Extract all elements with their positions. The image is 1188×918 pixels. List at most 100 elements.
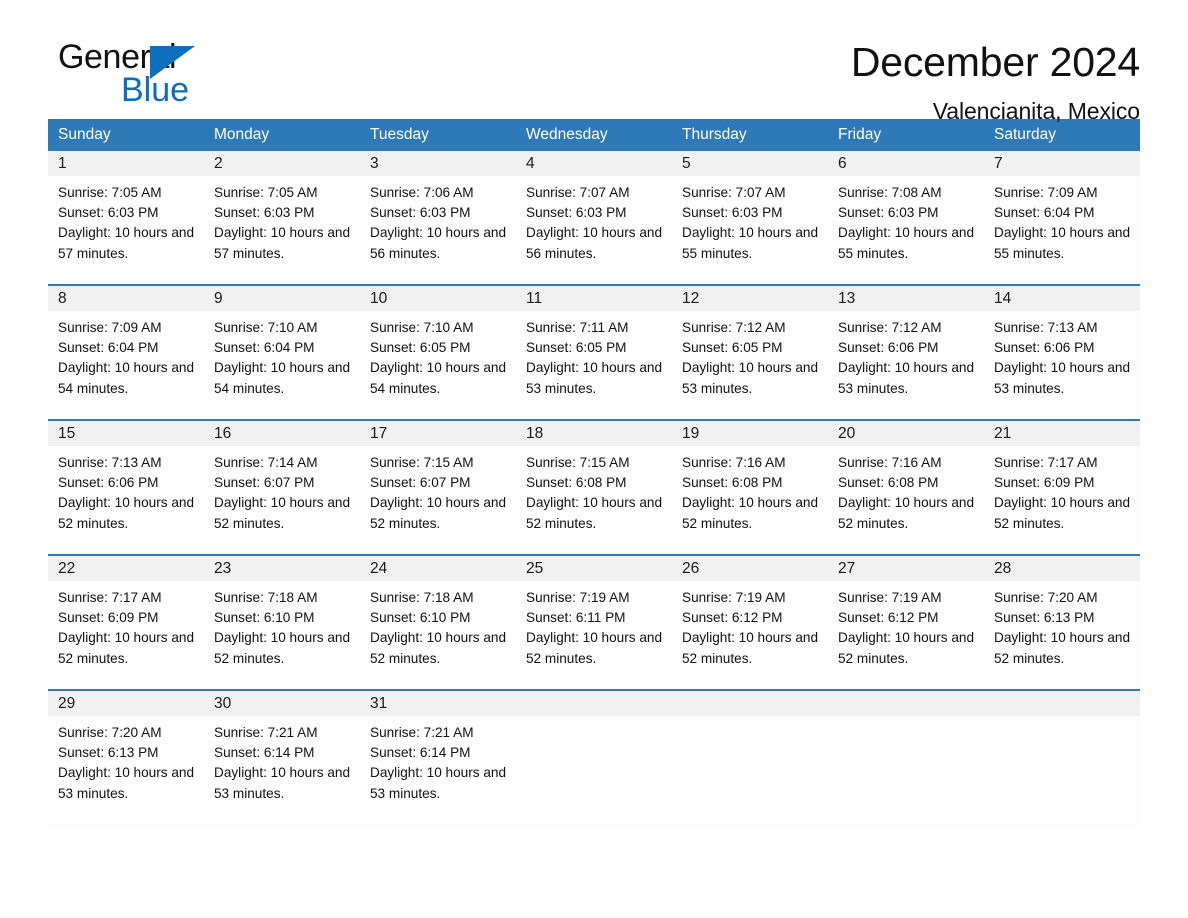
day-cell[interactable]: Sunrise: 7:19 AM Sunset: 6:12 PM Daylight:… (672, 581, 828, 689)
daylight-text: Daylight: 10 hours and 53 minutes. (838, 360, 975, 396)
day-number[interactable]: 6 (828, 151, 984, 176)
day-number[interactable]: 20 (828, 421, 984, 446)
weekday-header-thursday: Thursday (682, 126, 747, 143)
day-number[interactable]: 9 (204, 286, 360, 311)
brand-logo[interactable]: General Blue (48, 38, 248, 114)
day-cell[interactable]: Sunrise: 7:14 AM Sunset: 6:07 PM Daylight:… (204, 446, 360, 554)
daylight-text: Daylight: 10 hours and 53 minutes. (58, 765, 195, 801)
sunset-text: Sunset: 6:13 PM (994, 610, 1095, 626)
day-number[interactable]: 13 (828, 286, 984, 311)
day-cell[interactable]: Sunrise: 7:13 AM Sunset: 6:06 PM Daylight:… (48, 446, 204, 554)
day-number[interactable]: 23 (204, 556, 360, 581)
day-cell[interactable]: Sunrise: 7:09 AM Sunset: 6:04 PM Daylight:… (48, 311, 204, 419)
sunrise-text: Sunrise: 7:15 AM (526, 455, 630, 470)
day-cell[interactable]: Sunrise: 7:07 AM Sunset: 6:03 PM Daylight:… (516, 176, 672, 284)
day-cell[interactable]: Sunrise: 7:11 AM Sunset: 6:05 PM Daylight:… (516, 311, 672, 419)
day-cell[interactable]: Sunrise: 7:12 AM Sunset: 6:06 PM Daylight:… (828, 311, 984, 419)
day-number[interactable]: 5 (672, 151, 828, 176)
sunrise-text: Sunrise: 7:13 AM (58, 455, 162, 470)
day-number[interactable]: 2 (204, 151, 360, 176)
sunrise-text: Sunrise: 7:15 AM (370, 455, 474, 470)
sunrise-text: Sunrise: 7:12 AM (838, 320, 942, 335)
day-number[interactable]: 21 (984, 421, 1140, 446)
day-number[interactable]: 11 (516, 286, 672, 311)
day-cell[interactable]: Sunrise: 7:16 AM Sunset: 6:08 PM Daylight:… (828, 446, 984, 554)
day-cell[interactable]: Sunrise: 7:13 AM Sunset: 6:06 PM Daylight:… (984, 311, 1140, 419)
sunrise-text: Sunrise: 7:18 AM (214, 590, 318, 605)
day-cell[interactable]: Sunrise: 7:15 AM Sunset: 6:08 PM Daylight:… (516, 446, 672, 554)
sunset-text: Sunset: 6:09 PM (58, 610, 159, 626)
sunset-text: Sunset: 6:04 PM (214, 340, 315, 356)
calendar-week-row: 1 2 3 4 5 6 7 Sunrise: 7:05 AM Sunset: 6:03 PM Da… (48, 151, 1140, 284)
day-cell-empty (672, 716, 828, 826)
sunset-text: Sunset: 6:06 PM (58, 475, 159, 491)
day-cell[interactable]: Sunrise: 7:08 AM Sunset: 6:03 PM Daylight:… (828, 176, 984, 284)
day-cell[interactable]: Sunrise: 7:05 AM Sunset: 6:03 PM Daylight:… (204, 176, 360, 284)
week-day-number-band: 22 23 24 25 26 27 28 (48, 556, 1140, 581)
day-number[interactable]: 7 (984, 151, 1140, 176)
week-day-number-band: 15 16 17 18 19 20 21 (48, 421, 1140, 446)
day-number[interactable]: 17 (360, 421, 516, 446)
day-number[interactable]: 14 (984, 286, 1140, 311)
day-number[interactable]: 24 (360, 556, 516, 581)
day-cell[interactable]: Sunrise: 7:19 AM Sunset: 6:12 PM Daylight:… (828, 581, 984, 689)
day-number[interactable]: 27 (828, 556, 984, 581)
day-cell[interactable]: Sunrise: 7:21 AM Sunset: 6:14 PM Daylight:… (204, 716, 360, 826)
sunset-text: Sunset: 6:11 PM (526, 610, 626, 626)
day-number[interactable]: 29 (48, 691, 204, 716)
day-number[interactable]: 26 (672, 556, 828, 581)
brand-name-blue: Blue (121, 71, 190, 109)
day-number[interactable]: 3 (360, 151, 516, 176)
sunset-text: Sunset: 6:05 PM (526, 340, 627, 356)
day-cell-empty (828, 716, 984, 826)
sunrise-text: Sunrise: 7:05 AM (214, 185, 318, 200)
day-cell[interactable]: Sunrise: 7:12 AM Sunset: 6:05 PM Daylight:… (672, 311, 828, 419)
day-cell[interactable]: Sunrise: 7:17 AM Sunset: 6:09 PM Daylight:… (984, 446, 1140, 554)
week-day-detail-band: Sunrise: 7:13 AM Sunset: 6:06 PM Daylight:… (48, 446, 1140, 554)
day-cell[interactable]: Sunrise: 7:20 AM Sunset: 6:13 PM Daylight:… (984, 581, 1140, 689)
day-number[interactable]: 10 (360, 286, 516, 311)
weekday-header-row: Sunday Monday Tuesday Wednesday Thursday… (48, 119, 1140, 151)
sunrise-text: Sunrise: 7:10 AM (214, 320, 318, 335)
day-number[interactable]: 19 (672, 421, 828, 446)
sunset-text: Sunset: 6:08 PM (682, 475, 783, 491)
day-number[interactable]: 8 (48, 286, 204, 311)
day-cell[interactable]: Sunrise: 7:15 AM Sunset: 6:07 PM Daylight:… (360, 446, 516, 554)
weekday-header-wednesday: Wednesday (526, 126, 608, 143)
daylight-text: Daylight: 10 hours and 53 minutes. (682, 360, 819, 396)
sunset-text: Sunset: 6:03 PM (214, 205, 315, 221)
day-cell[interactable]: Sunrise: 7:20 AM Sunset: 6:13 PM Daylight:… (48, 716, 204, 826)
day-cell[interactable]: Sunrise: 7:07 AM Sunset: 6:03 PM Daylight:… (672, 176, 828, 284)
day-number[interactable]: 15 (48, 421, 204, 446)
day-number[interactable]: 28 (984, 556, 1140, 581)
daylight-text: Daylight: 10 hours and 56 minutes. (526, 225, 663, 261)
day-cell[interactable]: Sunrise: 7:18 AM Sunset: 6:10 PM Daylight:… (360, 581, 516, 689)
day-number[interactable]: 16 (204, 421, 360, 446)
sunrise-text: Sunrise: 7:07 AM (682, 185, 786, 200)
day-cell[interactable]: Sunrise: 7:21 AM Sunset: 6:14 PM Daylight:… (360, 716, 516, 826)
day-number-empty (516, 691, 672, 716)
sunrise-text: Sunrise: 7:08 AM (838, 185, 942, 200)
sunset-text: Sunset: 6:04 PM (58, 340, 159, 356)
day-number[interactable]: 25 (516, 556, 672, 581)
title-block: December 2024 Valencianita, Mexico (851, 38, 1140, 128)
day-number[interactable]: 22 (48, 556, 204, 581)
day-cell[interactable]: Sunrise: 7:17 AM Sunset: 6:09 PM Daylight:… (48, 581, 204, 689)
day-number[interactable]: 18 (516, 421, 672, 446)
day-cell[interactable]: Sunrise: 7:10 AM Sunset: 6:05 PM Daylight:… (360, 311, 516, 419)
day-cell[interactable]: Sunrise: 7:05 AM Sunset: 6:03 PM Daylight:… (48, 176, 204, 284)
day-cell[interactable]: Sunrise: 7:18 AM Sunset: 6:10 PM Daylight:… (204, 581, 360, 689)
daylight-text: Daylight: 10 hours and 52 minutes. (370, 630, 507, 666)
weekday-header-friday: Friday (838, 126, 882, 143)
day-cell[interactable]: Sunrise: 7:16 AM Sunset: 6:08 PM Daylight:… (672, 446, 828, 554)
day-cell[interactable]: Sunrise: 7:09 AM Sunset: 6:04 PM Daylight:… (984, 176, 1140, 284)
day-number[interactable]: 31 (360, 691, 516, 716)
day-number[interactable]: 30 (204, 691, 360, 716)
week-day-number-band: 29 30 31 (48, 691, 1140, 716)
day-cell[interactable]: Sunrise: 7:06 AM Sunset: 6:03 PM Daylight:… (360, 176, 516, 284)
day-cell[interactable]: Sunrise: 7:10 AM Sunset: 6:04 PM Daylight:… (204, 311, 360, 419)
day-number[interactable]: 4 (516, 151, 672, 176)
day-number[interactable]: 12 (672, 286, 828, 311)
day-cell[interactable]: Sunrise: 7:19 AM Sunset: 6:11 PM Daylight:… (516, 581, 672, 689)
day-number[interactable]: 1 (48, 151, 204, 176)
